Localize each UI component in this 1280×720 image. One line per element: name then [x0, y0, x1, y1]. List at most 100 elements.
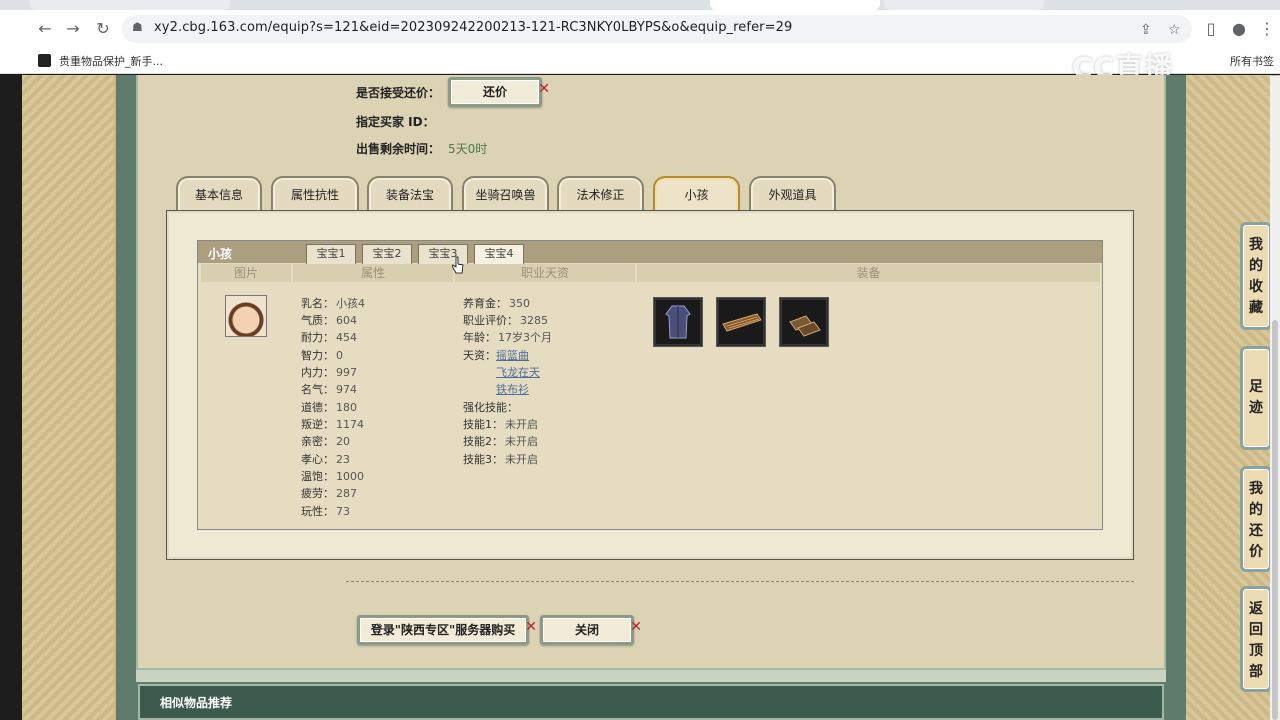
browser-tabstrip — [0, 0, 1280, 10]
counter-offer-button[interactable]: 还价 ✕ — [448, 77, 550, 107]
reload-icon[interactable]: ↻ — [92, 18, 114, 40]
site-info-icon[interactable]: ☗ — [132, 20, 143, 34]
tab-basic-info[interactable]: 基本信息 — [176, 176, 262, 212]
sidebar-history[interactable]: 足 迹 — [1240, 346, 1272, 450]
share-icon[interactable]: ⇪ — [1140, 22, 1152, 38]
time-left-value: 5天0时 — [448, 142, 488, 156]
address-bar[interactable]: ☗ xy2.cbg.163.com/equip?s=121&eid=202309… — [122, 15, 1192, 43]
counter-offer-label: 是否接受还价： — [356, 86, 441, 100]
attr-key: 叛逆： — [301, 418, 334, 431]
sidebar-my-favorites[interactable]: 我 的 收 藏 — [1240, 222, 1272, 330]
time-left-label: 出售剩余时间： — [356, 142, 441, 156]
profile-icon[interactable]: ● — [1228, 18, 1250, 40]
attr-value: 287 — [336, 487, 357, 500]
attr-key: 名气： — [301, 383, 334, 396]
child-panel-title: 小孩 — [208, 247, 233, 261]
attr-value: 1000 — [336, 470, 364, 483]
close-x-icon: ✕ — [630, 619, 642, 635]
tab-child[interactable]: 小孩 — [653, 176, 740, 212]
back-arrow-icon[interactable]: ← — [34, 18, 56, 40]
page-scrollbar-thumb[interactable] — [1272, 320, 1278, 720]
robe-icon — [665, 305, 691, 339]
child-panel-header: 小孩 宝宝1 宝宝2 宝宝3 宝宝4 — [198, 241, 1102, 265]
all-bookmarks[interactable]: 所有书签 — [1230, 53, 1274, 69]
close-x-icon: ✕ — [538, 81, 550, 97]
sidebar-char: 返 — [1249, 601, 1263, 617]
attr-value: 0 — [336, 349, 343, 362]
equip-slot-zither[interactable] — [716, 297, 766, 347]
mouse-pointer-icon — [452, 256, 464, 274]
skill-value: 未开启 — [505, 418, 538, 431]
equip-slot-shoes[interactable] — [779, 297, 829, 347]
attr-line: 玩性： 73 — [301, 503, 350, 519]
career-value: 3285 — [520, 314, 548, 327]
talent-link[interactable]: 摇篮曲 — [496, 347, 529, 363]
attr-line: 孝心： 23 — [301, 451, 350, 467]
frame-bottom-border — [136, 670, 1166, 682]
subtab-baby-4[interactable]: 宝宝4 — [474, 244, 524, 265]
close-button[interactable]: 关闭 ✕ — [540, 615, 642, 645]
attr-key: 孝心： — [301, 453, 334, 466]
bookmark-star-icon[interactable]: ☆ — [1168, 22, 1181, 38]
sidebar-char: 的 — [1249, 502, 1263, 518]
attr-key: 亲密： — [301, 435, 334, 448]
equip-slot-robe[interactable] — [653, 297, 703, 347]
zither-icon — [722, 313, 762, 332]
attr-key: 乳名： — [301, 297, 334, 310]
close-button-label: 关闭 — [574, 623, 599, 637]
attr-line: 气质： 604 — [301, 312, 357, 328]
career-value: 350 — [509, 297, 530, 310]
skill-key: 技能3： — [463, 453, 503, 466]
attr-line: 智力： 0 — [301, 347, 343, 363]
attr-line: 叛逆： 1174 — [301, 416, 364, 432]
attr-value: 180 — [336, 401, 357, 414]
tab-equipment[interactable]: 装备法宝 — [367, 176, 453, 212]
buy-login-button[interactable]: 登录"陕西专区"服务器购买 ✕ — [357, 615, 537, 645]
tab-spell-correction[interactable]: 法术修正 — [557, 176, 644, 212]
child-avatar[interactable] — [225, 295, 267, 337]
skill-value: 未开启 — [505, 453, 538, 466]
sidebar-char: 收 — [1249, 279, 1263, 295]
attr-line: 温饱： 1000 — [301, 468, 364, 484]
forward-arrow-icon[interactable]: → — [62, 18, 84, 40]
attr-value: 1174 — [336, 418, 364, 431]
col-head-career: 职业天资 — [455, 264, 635, 282]
browser-tab-active[interactable] — [710, 0, 880, 10]
attr-key: 智力： — [301, 349, 334, 362]
browser-tab[interactable] — [884, 0, 1044, 10]
subtab-baby-1[interactable]: 宝宝1 — [306, 244, 356, 264]
talent-link[interactable]: 铁布衫 — [496, 381, 529, 397]
col-head-equipment: 装备 — [637, 264, 1100, 282]
tab-attributes[interactable]: 属性抗性 — [271, 176, 359, 212]
attr-key: 温饱： — [301, 470, 334, 483]
col-head-image: 图片 — [201, 264, 291, 282]
career-talent-label: 天资： — [463, 349, 496, 362]
counter-offer-button-label: 还价 — [482, 85, 507, 99]
attr-key: 耐力： — [301, 331, 334, 344]
bookmark-item[interactable]: 贵重物品保护_新手... — [38, 53, 163, 69]
buyer-id-label: 指定买家 ID： — [356, 115, 435, 129]
career-key: 养育金： — [463, 297, 507, 310]
sidebar-back-to-top[interactable]: 返 回 顶 部 — [1240, 586, 1272, 692]
career-age: 年龄： 17岁3个月 — [463, 329, 552, 345]
tab-mounts-pets[interactable]: 坐骑召唤兽 — [462, 176, 549, 212]
talent-link[interactable]: 飞龙在天 — [496, 364, 540, 380]
sidebar-my-offers[interactable]: 我 的 还 价 — [1240, 466, 1272, 572]
sidebar-char: 顶 — [1249, 643, 1263, 659]
divider-dashed — [346, 581, 1134, 582]
attr-line: 乳名： 小孩4 — [301, 295, 365, 311]
career-value: 17岁3个月 — [498, 331, 552, 344]
menu-kebab-icon[interactable]: ⋮ — [1256, 18, 1278, 40]
sidebar-char: 迹 — [1249, 400, 1263, 416]
decor-pattern-left — [22, 75, 114, 720]
tab-appearance[interactable]: 外观道具 — [749, 176, 836, 212]
skill-key: 技能2： — [463, 435, 503, 448]
subtab-baby-2[interactable]: 宝宝2 — [362, 244, 412, 264]
career-rating: 职业评价： 3285 — [463, 312, 548, 328]
side-panel-icon[interactable]: ▯ — [1200, 18, 1222, 40]
browser-tab[interactable] — [30, 0, 230, 10]
attr-line: 内力： 997 — [301, 364, 357, 380]
skill-line: 技能1： 未开启 — [463, 416, 538, 432]
sidebar-char: 的 — [1249, 258, 1263, 274]
attr-value: 23 — [336, 453, 350, 466]
